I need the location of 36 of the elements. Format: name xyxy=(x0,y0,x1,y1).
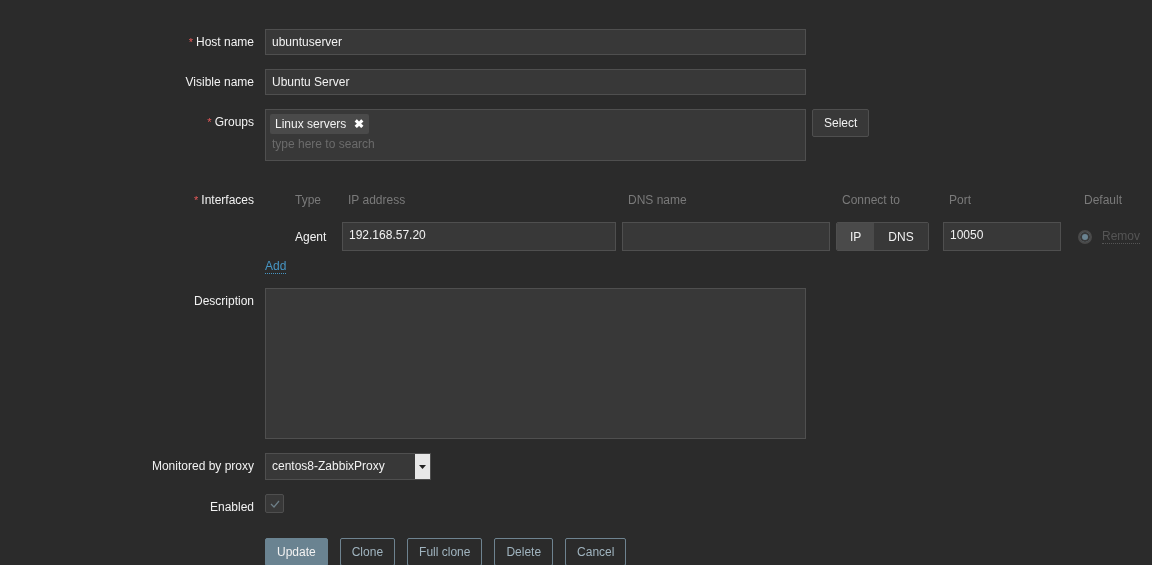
field-label: * Groups xyxy=(206,114,254,131)
form-button[interactable]: Clone xyxy=(339,538,396,565)
caret-icon xyxy=(419,464,426,469)
enabled-checkbox[interactable] xyxy=(265,494,284,513)
field-label: Visible name xyxy=(184,74,254,91)
field-label: Enabled xyxy=(208,499,254,516)
header-text: Connect to xyxy=(842,193,901,207)
description-field[interactable] xyxy=(265,288,806,439)
field-label: Description xyxy=(192,293,254,310)
visible-name-field[interactable]: Ubuntu Server xyxy=(265,69,806,95)
dns-name-field[interactable] xyxy=(622,222,830,251)
form-button[interactable]: Delete xyxy=(494,538,554,565)
header-text: Default xyxy=(1084,193,1123,207)
form-button[interactable]: Update xyxy=(265,538,328,565)
port-field[interactable]: 10050 xyxy=(943,222,1061,251)
default-radio[interactable] xyxy=(1078,229,1092,244)
form-button[interactable]: Cancel xyxy=(565,538,627,565)
connect-toggle[interactable]: DNS xyxy=(874,223,928,250)
tag-label: Linux servers xyxy=(275,117,347,131)
header-text: DNS name xyxy=(628,193,687,207)
check-icon xyxy=(269,499,280,508)
field-label: * Host name xyxy=(187,34,254,51)
field-label: * Interfaces xyxy=(193,192,254,209)
add-link[interactable]: Add xyxy=(265,259,287,274)
header-text: IP address xyxy=(348,193,406,207)
header-text: Port xyxy=(949,193,971,207)
header-text: Type xyxy=(295,193,321,207)
interface-type: Agent xyxy=(295,229,327,244)
connect-toggle[interactable]: IP xyxy=(837,223,875,250)
field-label: Monitored by proxy xyxy=(150,458,254,475)
tag-remove-button[interactable]: ✖ xyxy=(354,117,365,131)
select-button[interactable]: Select xyxy=(812,109,870,137)
proxy-select[interactable]: centos8-ZabbixProxy xyxy=(265,453,431,480)
host-name-field[interactable]: ubuntuserver xyxy=(265,29,806,55)
ip-address-field[interactable]: 192.168.57.20 xyxy=(342,222,616,251)
form-button[interactable]: Full clone xyxy=(407,538,483,565)
